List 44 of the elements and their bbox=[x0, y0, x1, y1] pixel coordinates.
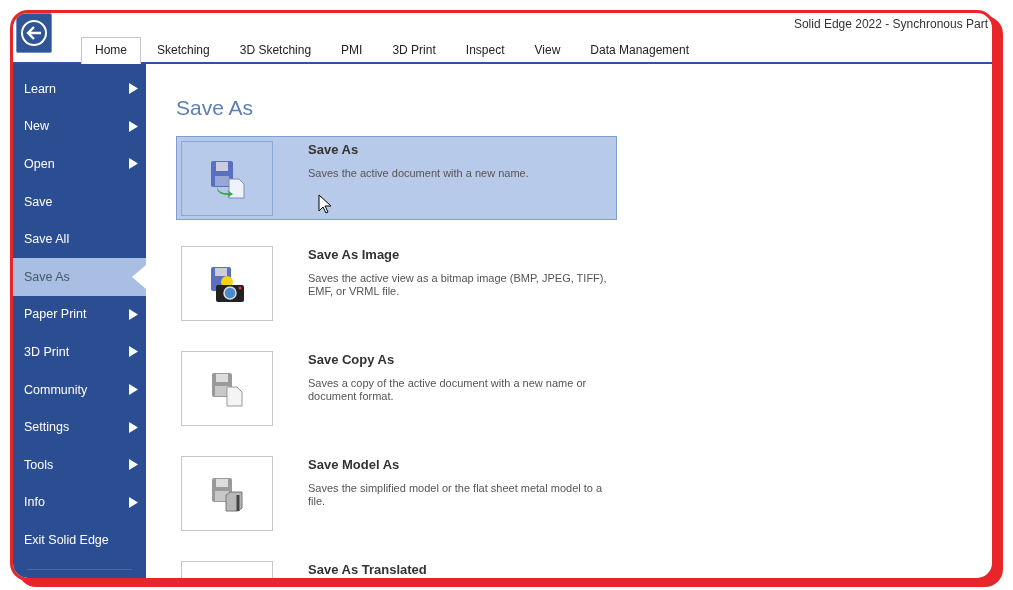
option-description: Saves the simplified model or the flat sheet metal model to a file. bbox=[308, 482, 604, 508]
ribbon-tab[interactable]: Data Management bbox=[576, 37, 704, 62]
option-title: Save Copy As bbox=[308, 352, 396, 367]
option-title: Save As bbox=[308, 142, 360, 157]
sidebar-item[interactable]: Open bbox=[13, 145, 146, 183]
window-title: Solid Edge 2022 - Synchronous Part bbox=[793, 17, 988, 31]
option-description: Saves a copy of the active document with a new name or document format. bbox=[308, 377, 588, 403]
back-button[interactable] bbox=[16, 13, 52, 53]
sidebar-item[interactable]: 3D Print bbox=[13, 333, 146, 371]
sidebar-item[interactable]: Exit Solid Edge bbox=[13, 521, 146, 559]
save-option[interactable]: Save As Translated bbox=[176, 556, 617, 578]
ribbon-tab[interactable]: 3D Sketching bbox=[225, 37, 326, 62]
ribbon-tab[interactable]: Inspect bbox=[451, 37, 519, 62]
ribbon-tab[interactable]: PMI bbox=[327, 37, 377, 62]
option-description: Saves the active view as a bitmap image (BMP, JPEG, TIFF), EMF, or VRML file. bbox=[308, 272, 608, 298]
floppy-copy-icon bbox=[210, 370, 244, 407]
save-option[interactable]: Save As Image Saves the active view as a bitmap image (BMP, JPEG, TIFF), EMF, or VRML file. bbox=[176, 241, 617, 325]
ribbon-tab[interactable]: View bbox=[520, 37, 575, 62]
floppy-cube-icon bbox=[210, 475, 244, 512]
selection-pointer-icon bbox=[132, 264, 146, 289]
save-option[interactable]: Save Copy As Saves a copy of the active document with a new name or document format. bbox=[176, 346, 617, 430]
sidebar-item[interactable]: Community bbox=[13, 370, 146, 409]
floppy-camera-icon bbox=[209, 264, 245, 303]
option-title: Save As Image bbox=[308, 247, 401, 262]
save-option[interactable]: Save Model As Saves the simplified model or the flat sheet metal model to a file. bbox=[176, 451, 617, 535]
sidebar-item[interactable]: Info bbox=[13, 483, 146, 522]
ribbon-tab[interactable]: Sketching bbox=[143, 37, 224, 62]
sidebar-item[interactable]: Paper Print bbox=[13, 295, 146, 334]
sidebar-item[interactable]: Settings bbox=[13, 408, 146, 446]
ribbon-tab[interactable]: 3D Print bbox=[378, 37, 450, 62]
mouse-cursor-icon bbox=[318, 194, 332, 214]
floppy-document-icon bbox=[209, 158, 245, 199]
option-title: Save Model As bbox=[308, 457, 401, 472]
sidebar-item[interactable]: Learn bbox=[13, 70, 146, 108]
save-option[interactable]: Save As Saves the active document with a new name. bbox=[176, 136, 617, 220]
option-title: Save As Translated bbox=[308, 562, 427, 577]
sidebar-item[interactable]: Tools bbox=[13, 445, 146, 484]
option-description: Saves the active document with a new name. bbox=[308, 167, 530, 180]
sidebar-item[interactable]: Save As bbox=[13, 257, 146, 296]
page-heading: Save As bbox=[176, 96, 255, 120]
sidebar-item[interactable]: New bbox=[13, 107, 146, 146]
ribbon-tab[interactable]: Home bbox=[81, 37, 141, 64]
sidebar-item[interactable]: Save All bbox=[13, 220, 146, 258]
sidebar-item[interactable]: Save bbox=[13, 182, 146, 221]
